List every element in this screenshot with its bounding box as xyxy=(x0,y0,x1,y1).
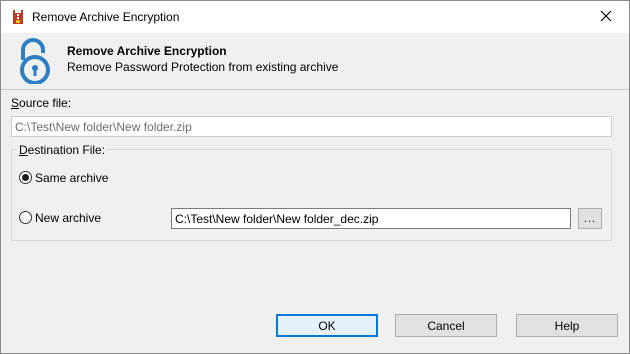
same-archive-radio[interactable] xyxy=(19,171,32,184)
new-archive-path-field[interactable] xyxy=(171,208,571,229)
header-title: Remove Archive Encryption xyxy=(67,44,227,58)
browse-button[interactable]: ... xyxy=(578,208,602,229)
remove-encryption-dialog: Remove Archive Encryption Remove Archive… xyxy=(0,0,630,354)
same-archive-label[interactable]: Same archive xyxy=(35,171,108,185)
title-bar: Remove Archive Encryption xyxy=(1,1,629,33)
source-file-label: Source file: xyxy=(11,96,72,110)
new-archive-radio[interactable] xyxy=(19,211,32,224)
dialog-header: Remove Archive Encryption Remove Passwor… xyxy=(1,33,629,89)
destination-group-label: Destination File: xyxy=(17,143,108,157)
header-divider xyxy=(1,89,629,90)
new-archive-label[interactable]: New archive xyxy=(35,211,101,225)
unlock-icon xyxy=(15,38,55,85)
help-button[interactable]: Help xyxy=(516,314,618,337)
window-title: Remove Archive Encryption xyxy=(32,10,180,24)
source-file-field[interactable] xyxy=(11,116,612,137)
cancel-button[interactable]: Cancel xyxy=(395,314,497,337)
header-subtitle: Remove Password Protection from existing… xyxy=(67,60,339,74)
ok-button[interactable]: OK xyxy=(276,314,378,337)
archive-app-icon xyxy=(10,9,26,25)
close-icon xyxy=(600,10,612,25)
close-button[interactable] xyxy=(583,1,629,33)
